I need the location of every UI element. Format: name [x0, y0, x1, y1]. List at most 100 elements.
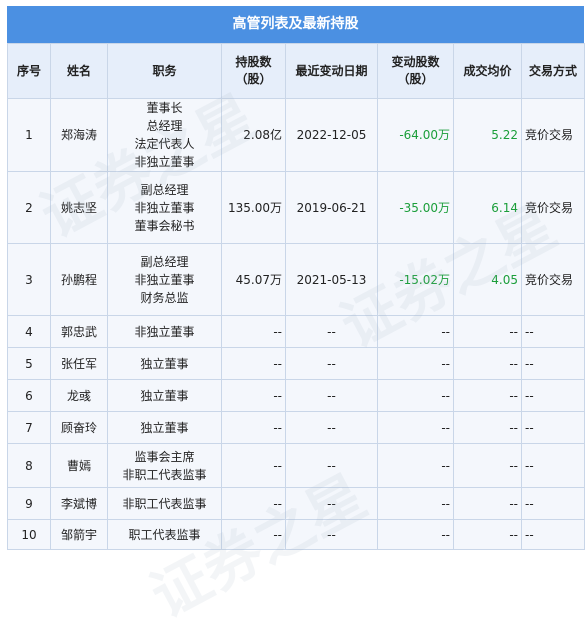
duties-cell: 职工代表监事 — [107, 519, 222, 550]
duties-cell: 独立董事 — [107, 411, 222, 444]
idx-cell: 2 — [7, 171, 51, 244]
price-cell: -- — [453, 379, 522, 412]
duty-line: 副总经理 — [140, 254, 189, 269]
duty-line: 副总经理 — [140, 182, 189, 197]
duty-line: 非职工代表监事 — [122, 467, 207, 482]
duty-line: 独立董事 — [140, 388, 189, 403]
shares-cell: 45.07万 — [221, 243, 286, 316]
duty-line: 总经理 — [146, 119, 183, 133]
method-cell: -- — [521, 347, 585, 380]
idx-cell: 1 — [7, 98, 51, 172]
name-cell: 张任军 — [50, 347, 108, 380]
date-cell: -- — [285, 315, 378, 348]
method-cell: 竞价交易 — [521, 98, 585, 172]
method-cell: -- — [521, 315, 585, 348]
duty-line: 董事长 — [146, 101, 183, 115]
duty-line: 职工代表监事 — [128, 527, 201, 542]
change-cell: -35.00万 — [377, 171, 454, 244]
change-cell: -- — [377, 411, 454, 444]
change-cell: -- — [377, 443, 454, 488]
table-row: 4 郭忠武 非独立董事 -- -- -- -- -- — [7, 315, 585, 348]
table-row: 6 龙彧 独立董事 -- -- -- -- -- — [7, 379, 585, 412]
change-cell: -- — [377, 519, 454, 550]
price-cell: 5.22 — [453, 98, 522, 172]
shares-cell: -- — [221, 347, 286, 380]
panel-title: 高管列表及最新持股 — [7, 6, 584, 43]
holdings-table: 序号 姓名 职务 持股数（股） 最近变动日期 变动股数（股） 成交均价 交易方式… — [7, 43, 585, 550]
table-body: 1 郑海涛 董事长 总经理 法定代表人 非独立董事 2.08亿 2022-12-05 -64.0… — [7, 98, 585, 550]
shares-cell: -- — [221, 519, 286, 550]
method-cell: -- — [521, 487, 585, 520]
duty-line: 非独立董事 — [134, 200, 195, 215]
price-cell: -- — [453, 411, 522, 444]
shares-cell: -- — [221, 411, 286, 444]
date-cell: 2019-06-21 — [285, 171, 378, 244]
duty-line: 监事会主席 — [134, 449, 195, 464]
price-cell: -- — [453, 347, 522, 380]
shares-cell: -- — [221, 315, 286, 348]
idx-cell: 7 — [7, 411, 51, 444]
duty-line: 财务总监 — [140, 290, 189, 305]
change-cell: -- — [377, 379, 454, 412]
duty-line: 法定代表人 — [134, 137, 195, 151]
table-row: 8 曹嫣 监事会主席 非职工代表监事 -- -- -- -- -- — [7, 443, 585, 488]
duties-cell: 副总经理非独立董事董事会秘书 — [107, 171, 222, 244]
idx-cell: 8 — [7, 443, 51, 488]
idx-cell: 3 — [7, 243, 51, 316]
table-row: 3 孙鹏程 副总经理 非独立董事 财务总监 45.07万 2021-05-13 -15.02万… — [7, 243, 585, 316]
header-cell: 最近变动日期 — [285, 43, 378, 99]
header-cell: 姓名 — [50, 43, 108, 99]
duties-cell: 监事会主席非职工代表监事 — [107, 443, 222, 488]
name-cell: 李斌博 — [50, 487, 108, 520]
header-cell: 持股数（股） — [221, 43, 286, 99]
change-cell: -- — [377, 487, 454, 520]
duty-line: 非职工代表监事 — [122, 496, 207, 511]
date-cell: -- — [285, 443, 378, 488]
duties-cell: 非独立董事 — [107, 315, 222, 348]
date-cell: -- — [285, 379, 378, 412]
idx-cell: 4 — [7, 315, 51, 348]
table-row: 9 李斌博 非职工代表监事 -- -- -- -- -- — [7, 487, 585, 520]
duty-line: 董事会秘书 — [134, 218, 195, 233]
duties-cell: 非职工代表监事 — [107, 487, 222, 520]
duties-cell: 独立董事 — [107, 347, 222, 380]
date-cell: 2022-12-05 — [285, 98, 378, 172]
executive-holdings-panel: 高管列表及最新持股 序号 姓名 职务 持股数（股） 最近变动日期 变动股数（股）… — [7, 6, 585, 550]
name-cell: 邹箭宇 — [50, 519, 108, 550]
method-cell: -- — [521, 379, 585, 412]
date-cell: 2021-05-13 — [285, 243, 378, 316]
table-row: 2 姚志坚 副总经理 非独立董事 董事会秘书 135.00万 2019-06-21 -35.0… — [7, 171, 585, 244]
name-cell: 郭忠武 — [50, 315, 108, 348]
duties-cell: 董事长 总经理 法定代表人 非独立董事 — [107, 98, 222, 172]
change-cell: -64.00万 — [377, 98, 454, 172]
price-cell: -- — [453, 519, 522, 550]
change-cell: -15.02万 — [377, 243, 454, 316]
header-cell: 变动股数（股） — [377, 43, 454, 99]
name-cell: 郑海涛 — [50, 98, 108, 172]
duty-line: 独立董事 — [140, 420, 189, 435]
table-row: 7 顾奋玲 独立董事 -- -- -- -- -- — [7, 411, 585, 444]
shares-cell: -- — [221, 487, 286, 520]
shares-cell: 135.00万 — [221, 171, 286, 244]
method-cell: -- — [521, 519, 585, 550]
duty-line: 独立董事 — [140, 356, 189, 371]
price-cell: -- — [453, 315, 522, 348]
price-cell: -- — [453, 487, 522, 520]
method-cell: -- — [521, 443, 585, 488]
header-cell: 序号 — [7, 43, 51, 99]
header-row: 序号 姓名 职务 持股数（股） 最近变动日期 变动股数（股） 成交均价 交易方式 — [7, 43, 585, 99]
name-cell: 孙鹏程 — [50, 243, 108, 316]
change-cell: -- — [377, 347, 454, 380]
table-row: 10 邹箭宇 职工代表监事 -- -- -- -- -- — [7, 519, 585, 550]
duty-line: 非独立董事 — [134, 324, 195, 339]
table-row: 1 郑海涛 董事长 总经理 法定代表人 非独立董事 2.08亿 2022-12-05 -64.0… — [7, 98, 585, 172]
price-cell: 4.05 — [453, 243, 522, 316]
name-cell: 龙彧 — [50, 379, 108, 412]
header-cell: 成交均价 — [453, 43, 522, 99]
shares-cell: -- — [221, 379, 286, 412]
name-cell: 曹嫣 — [50, 443, 108, 488]
price-cell: 6.14 — [453, 171, 522, 244]
header-cell: 职务 — [107, 43, 222, 99]
duties-cell: 副总经理 非独立董事 财务总监 — [107, 243, 222, 316]
idx-cell: 10 — [7, 519, 51, 550]
